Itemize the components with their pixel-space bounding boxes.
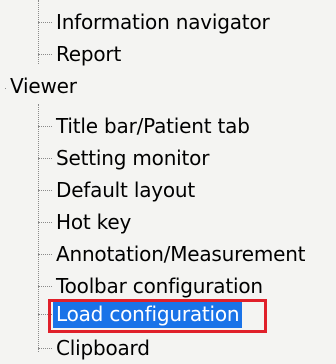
tree-connector [38,286,52,287]
tree-item-clipboard[interactable]: Clipboard [0,332,336,364]
tree-item-report[interactable]: Report [0,38,336,70]
tree-item-label: Clipboard [56,336,150,360]
tree-connector [38,54,52,55]
tree-item-label: Viewer [10,74,77,98]
tree-item-setting-monitor[interactable]: Setting monitor [0,142,336,174]
tree-connector [38,254,52,255]
tree-item-viewer[interactable]: Viewer [0,70,336,102]
tree-item-information-navigator[interactable]: Information navigator [0,6,336,38]
tree-item-label: Title bar/Patient tab [56,114,250,138]
tree-item-hot-key[interactable]: Hot key [0,206,336,238]
tree-item-title-bar-patient-tab[interactable]: Title bar/Patient tab [0,110,336,142]
tree-item-label: Information navigator [56,10,270,34]
tree-item-label: Report [56,42,122,66]
settings-tree: Information navigator Report Viewer Titl… [0,0,336,360]
tree-connector [38,158,52,159]
tree-item-label: Default layout [56,178,196,202]
tree-connector [38,190,52,191]
tree-item-label: Setting monitor [56,146,210,170]
tree-item-default-layout[interactable]: Default layout [0,174,336,206]
highlight-box [48,299,267,333]
tree-item-label: Annotation/Measurement [56,242,306,266]
tree-item-label: Hot key [56,210,132,234]
tree-connector [38,348,52,349]
tree-connector [38,126,52,127]
tree-connector [38,22,52,23]
tree-connector [38,222,52,223]
tree-item-annotation-measurement[interactable]: Annotation/Measurement [0,238,336,270]
